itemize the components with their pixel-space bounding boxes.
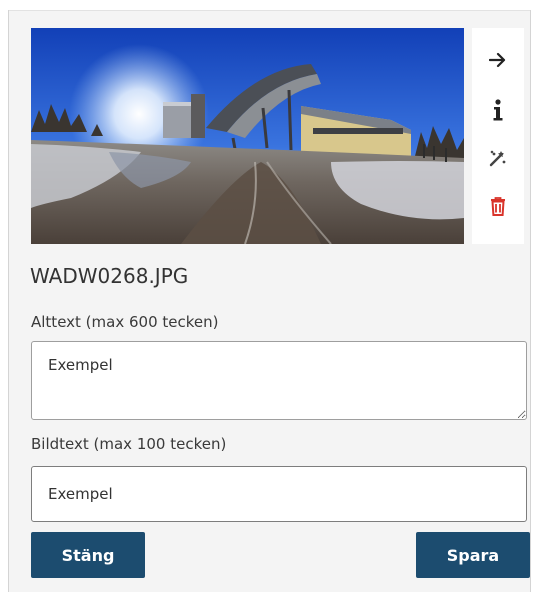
edit-image-button[interactable] xyxy=(472,138,524,178)
delete-image-button[interactable] xyxy=(472,186,524,226)
trash-icon xyxy=(490,196,506,216)
arrow-right-icon xyxy=(489,52,507,68)
close-button[interactable]: Stäng xyxy=(31,532,145,578)
image-info-button[interactable] xyxy=(472,90,524,130)
image-edit-panel: WADW0268.JPG Alttext (max 600 tecken) Ex… xyxy=(8,10,531,592)
image-tools xyxy=(472,28,524,244)
open-image-button[interactable] xyxy=(472,40,524,80)
image-file-name: WADW0268.JPG xyxy=(30,264,189,288)
panorama-thumbnail[interactable] xyxy=(31,28,464,244)
alt-text-textarea[interactable]: Exempel xyxy=(31,341,527,420)
caption-label: Bildtext (max 100 tecken) xyxy=(31,435,227,453)
magic-wand-icon xyxy=(488,148,508,168)
alt-text-label: Alttext (max 600 tecken) xyxy=(31,313,219,331)
panorama-image xyxy=(31,28,464,244)
panel-divider xyxy=(9,10,530,11)
caption-input[interactable] xyxy=(31,466,527,522)
save-button[interactable]: Spara xyxy=(416,532,530,578)
info-icon xyxy=(492,99,504,121)
